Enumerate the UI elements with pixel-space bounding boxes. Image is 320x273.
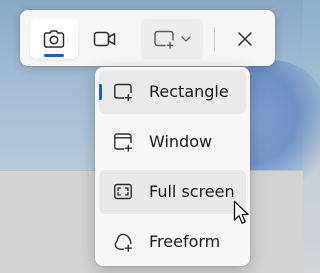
rectangle-snip-icon (153, 29, 175, 49)
menu-item-label: Rectangle (149, 82, 229, 101)
video-camera-icon (93, 30, 117, 48)
snip-shape-dropdown-button[interactable] (141, 19, 203, 59)
snip-video-mode-button[interactable] (82, 19, 128, 59)
snip-mode-menu: Rectangle Window Full screen Freeform (95, 67, 250, 266)
menu-item-label: Full screen (149, 182, 235, 201)
camera-icon (43, 29, 65, 49)
menu-item-freeform[interactable]: Freeform (99, 220, 246, 264)
menu-item-full-screen[interactable]: Full screen (99, 170, 246, 214)
rectangle-snip-icon (113, 82, 133, 102)
menu-item-label: Window (149, 132, 213, 151)
snip-photo-mode-button[interactable] (30, 19, 78, 59)
menu-item-label: Freeform (149, 232, 221, 251)
toolbar-divider (214, 27, 215, 51)
chevron-down-icon (181, 35, 191, 43)
selected-item-indicator (99, 84, 102, 100)
freeform-snip-icon (113, 232, 133, 252)
close-button[interactable] (225, 19, 265, 59)
close-icon (237, 31, 253, 47)
mouse-pointer-icon (233, 200, 251, 226)
window-snip-icon (113, 132, 133, 152)
menu-item-window[interactable]: Window (99, 120, 246, 164)
menu-item-rectangle[interactable]: Rectangle (99, 70, 246, 114)
snipping-toolbar (20, 10, 275, 66)
active-mode-indicator (44, 54, 64, 57)
fullscreen-snip-icon (113, 182, 133, 202)
